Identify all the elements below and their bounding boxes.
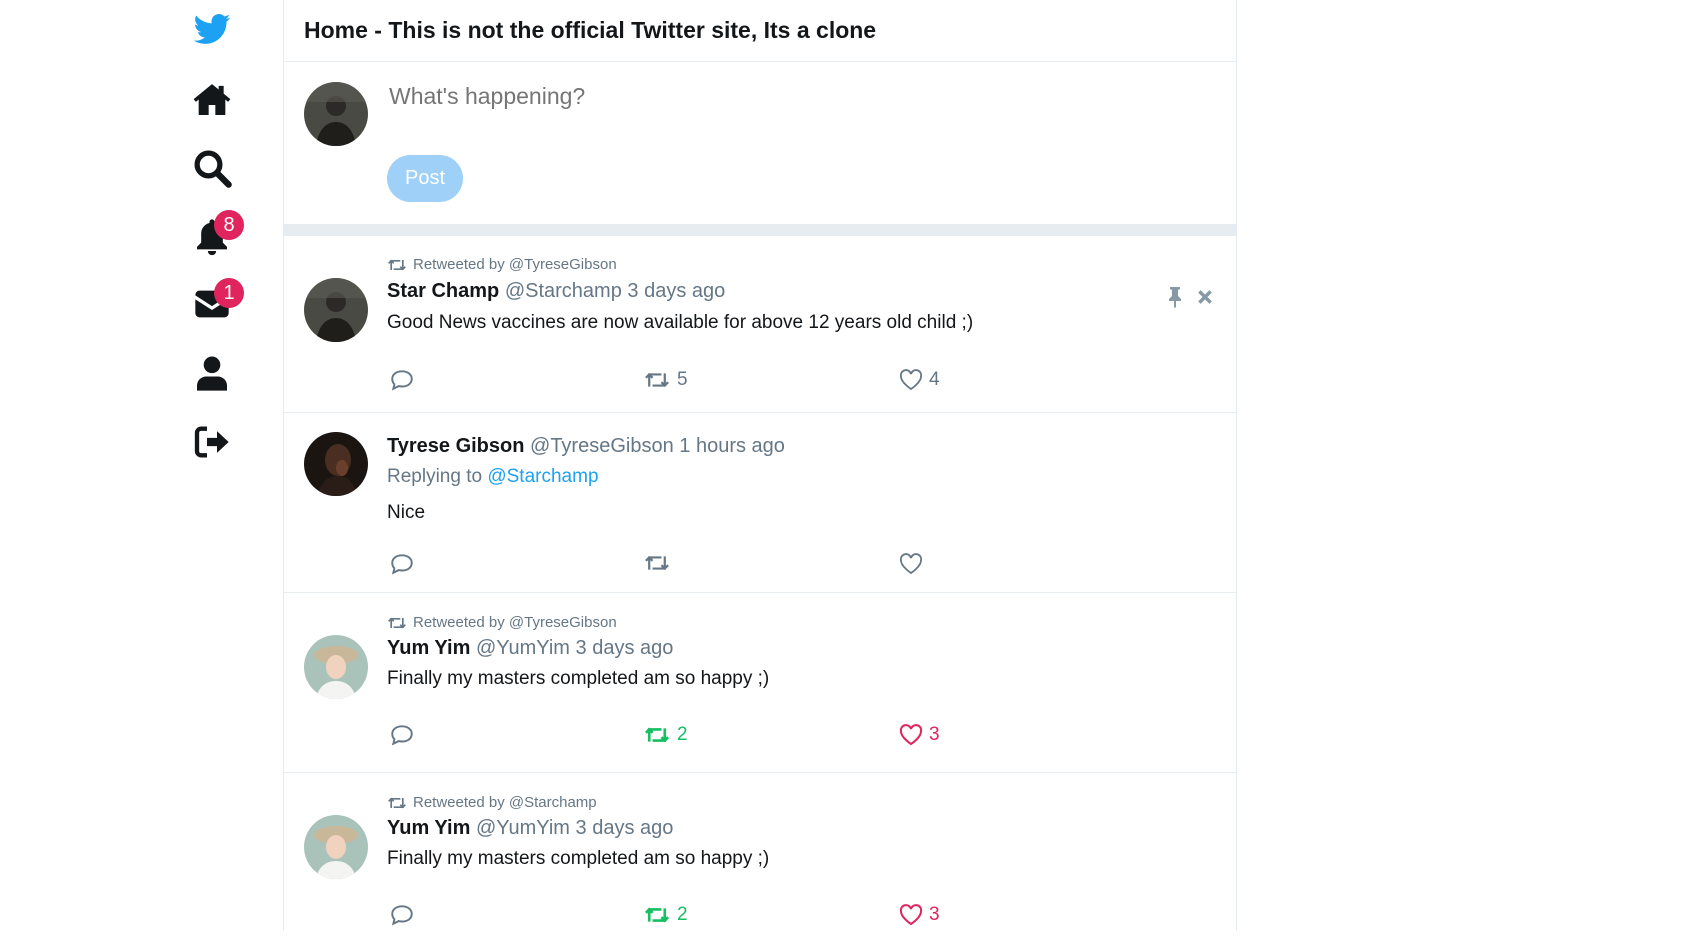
retweeted-by-text: Retweeted by @TyreseGibson xyxy=(413,256,617,273)
tweet-header: Yum Yim @YumYim 3 days ago xyxy=(387,637,673,660)
reply-icon xyxy=(391,370,413,391)
heart-icon xyxy=(899,553,923,575)
tweet-actions xyxy=(387,553,987,583)
compose-tweet-input[interactable] xyxy=(387,82,1191,111)
like-button[interactable] xyxy=(899,553,929,575)
author-name[interactable]: Yum Yim xyxy=(387,637,470,659)
twitter-logo-icon[interactable] xyxy=(190,8,234,52)
reply-button[interactable] xyxy=(389,369,415,391)
tweet-item[interactable]: Retweeted by @Starchamp Yum Yim @YumYim … xyxy=(284,773,1236,952)
author-handle[interactable]: @YumYim xyxy=(476,637,570,659)
like-count: 4 xyxy=(929,369,940,390)
replying-to-line: Replying to @Starchamp xyxy=(387,466,599,488)
like-button[interactable]: 4 xyxy=(899,369,940,391)
reply-icon xyxy=(391,554,413,575)
retweet-small-icon xyxy=(388,617,406,628)
tweet-header: Yum Yim @YumYim 3 days ago xyxy=(387,817,673,840)
like-button[interactable]: 3 xyxy=(899,724,940,746)
retweet-icon xyxy=(644,727,670,743)
messages-badge: 1 xyxy=(214,278,244,308)
user-avatar xyxy=(304,82,368,146)
tweet-time: 3 days ago xyxy=(627,280,726,302)
reply-button[interactable] xyxy=(389,724,415,746)
tweet-composer: Post xyxy=(284,62,1236,224)
author-avatar[interactable] xyxy=(304,635,368,699)
tweet-text: Finally my masters completed am so happy… xyxy=(387,848,770,869)
tweet-text: Nice xyxy=(387,502,426,523)
heart-icon xyxy=(899,904,923,926)
profile-user-icon[interactable] xyxy=(190,352,234,396)
retweet-indicator: Retweeted by @TyreseGibson xyxy=(387,614,617,631)
retweeted-by-text: Retweeted by @Starchamp xyxy=(413,794,597,811)
reply-button[interactable] xyxy=(389,904,415,926)
heart-icon xyxy=(899,369,923,391)
retweet-count: 2 xyxy=(677,724,688,745)
tweet-header: Star Champ @Starchamp 3 days ago xyxy=(387,280,725,303)
replying-prefix: Replying to xyxy=(387,466,483,487)
messages-envelope-icon[interactable]: 1 xyxy=(190,278,244,326)
retweet-icon xyxy=(645,372,669,388)
author-avatar[interactable] xyxy=(304,815,368,879)
home-icon[interactable] xyxy=(190,78,234,122)
tweet-text: Finally my masters completed am so happy… xyxy=(387,668,770,689)
section-divider xyxy=(283,224,1237,236)
retweet-button[interactable] xyxy=(643,553,677,573)
page-header: Home - This is not the official Twitter … xyxy=(284,0,1236,62)
retweet-button[interactable]: 5 xyxy=(643,369,688,391)
retweet-button[interactable]: 2 xyxy=(643,724,688,746)
close-icon[interactable] xyxy=(1196,288,1214,306)
post-button[interactable]: Post xyxy=(387,155,463,202)
tweet-feed: Retweeted by @TyreseGibson Star Champ @S… xyxy=(284,236,1236,952)
heart-icon xyxy=(899,724,923,746)
author-handle[interactable]: @Starchamp xyxy=(505,280,622,302)
pin-icon[interactable] xyxy=(1166,286,1184,308)
retweet-small-icon xyxy=(388,797,406,808)
reply-icon xyxy=(391,725,413,746)
tweet-time: 3 days ago xyxy=(575,817,674,839)
retweet-count: 2 xyxy=(677,904,688,925)
tweet-time: 3 days ago xyxy=(575,637,674,659)
author-name[interactable]: Star Champ xyxy=(387,280,499,302)
retweet-count: 5 xyxy=(677,369,688,390)
author-avatar[interactable] xyxy=(304,432,368,496)
like-button[interactable]: 3 xyxy=(899,904,940,926)
retweet-icon xyxy=(644,907,670,923)
like-count: 3 xyxy=(929,724,940,745)
author-name[interactable]: Tyrese Gibson xyxy=(387,435,524,457)
tweet-actions: 5 4 xyxy=(387,369,987,399)
replying-to-link[interactable]: @Starchamp xyxy=(487,466,598,487)
tweet-actions: 2 3 xyxy=(387,904,987,934)
author-handle[interactable]: @YumYim xyxy=(476,817,570,839)
retweet-button[interactable]: 2 xyxy=(643,904,688,926)
retweet-icon xyxy=(645,555,669,571)
tweet-item[interactable]: Retweeted by @TyreseGibson Star Champ @S… xyxy=(284,236,1236,413)
tweet-item[interactable]: Retweeted by @TyreseGibson Yum Yim @YumY… xyxy=(284,593,1236,773)
retweet-small-icon xyxy=(388,259,406,270)
tweet-text: Good News vaccines are now available for… xyxy=(387,312,974,333)
reply-icon xyxy=(391,905,413,926)
tweet-time: 1 hours ago xyxy=(679,435,785,457)
page-title: Home - This is not the official Twitter … xyxy=(304,17,877,43)
tweet-actions: 2 3 xyxy=(387,724,987,754)
notifications-badge: 8 xyxy=(214,210,244,240)
author-avatar[interactable] xyxy=(304,278,368,342)
retweeted-by-text: Retweeted by @TyreseGibson xyxy=(413,614,617,631)
tweet-tools xyxy=(1166,286,1214,308)
like-count: 3 xyxy=(929,904,940,925)
notifications-bell-icon[interactable]: 8 xyxy=(190,210,244,258)
retweet-indicator: Retweeted by @Starchamp xyxy=(387,794,597,811)
retweet-indicator: Retweeted by @TyreseGibson xyxy=(387,256,617,273)
search-icon[interactable] xyxy=(190,146,234,190)
reply-button[interactable] xyxy=(389,553,415,575)
tweet-item[interactable]: Tyrese Gibson @TyreseGibson 1 hours ago … xyxy=(284,413,1236,593)
author-handle[interactable]: @TyreseGibson xyxy=(530,435,674,457)
author-name[interactable]: Yum Yim xyxy=(387,817,470,839)
tweet-header: Tyrese Gibson @TyreseGibson 1 hours ago xyxy=(387,435,785,458)
logout-icon[interactable] xyxy=(190,420,234,464)
